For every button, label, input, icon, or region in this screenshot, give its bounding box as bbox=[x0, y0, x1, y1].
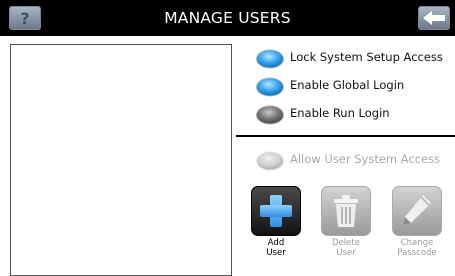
option-label: Enable Run Login bbox=[290, 106, 390, 120]
change-passcode-label: Change Passcode bbox=[397, 238, 437, 258]
add-user-button[interactable] bbox=[251, 186, 301, 236]
delete-user-label: Delete User bbox=[332, 238, 360, 258]
back-button[interactable] bbox=[418, 6, 450, 30]
svg-text:?: ? bbox=[20, 9, 29, 28]
back-arrow-icon bbox=[423, 11, 445, 25]
indicator-light-icon bbox=[256, 77, 284, 97]
header-bar: MANAGE USERS ? bbox=[0, 0, 455, 36]
option-label: Lock System Setup Access bbox=[290, 50, 443, 64]
indicator-light-icon bbox=[256, 151, 284, 171]
pencil-icon bbox=[403, 195, 431, 225]
indicator-light-icon bbox=[256, 105, 284, 125]
question-mark-icon: ? bbox=[20, 9, 29, 28]
indicator-light-icon bbox=[256, 49, 284, 69]
divider bbox=[236, 135, 455, 137]
option-label: Allow User System Access bbox=[290, 152, 441, 166]
add-user-label: Add User bbox=[266, 238, 286, 258]
enable-run-login-toggle[interactable]: Enable Run Login bbox=[255, 104, 450, 126]
trash-can-icon bbox=[334, 195, 358, 227]
allow-user-system-access-toggle[interactable]: Allow User System Access bbox=[255, 150, 450, 172]
lock-system-setup-access-toggle[interactable]: Lock System Setup Access bbox=[255, 48, 450, 70]
user-list[interactable] bbox=[10, 44, 232, 276]
help-button[interactable]: ? bbox=[9, 6, 41, 30]
change-passcode-button[interactable] bbox=[392, 186, 442, 236]
delete-user-button[interactable] bbox=[321, 186, 371, 236]
enable-global-login-toggle[interactable]: Enable Global Login bbox=[255, 76, 450, 98]
page-title: MANAGE USERS bbox=[164, 9, 291, 27]
plus-icon bbox=[260, 195, 292, 227]
option-label: Enable Global Login bbox=[290, 78, 405, 92]
